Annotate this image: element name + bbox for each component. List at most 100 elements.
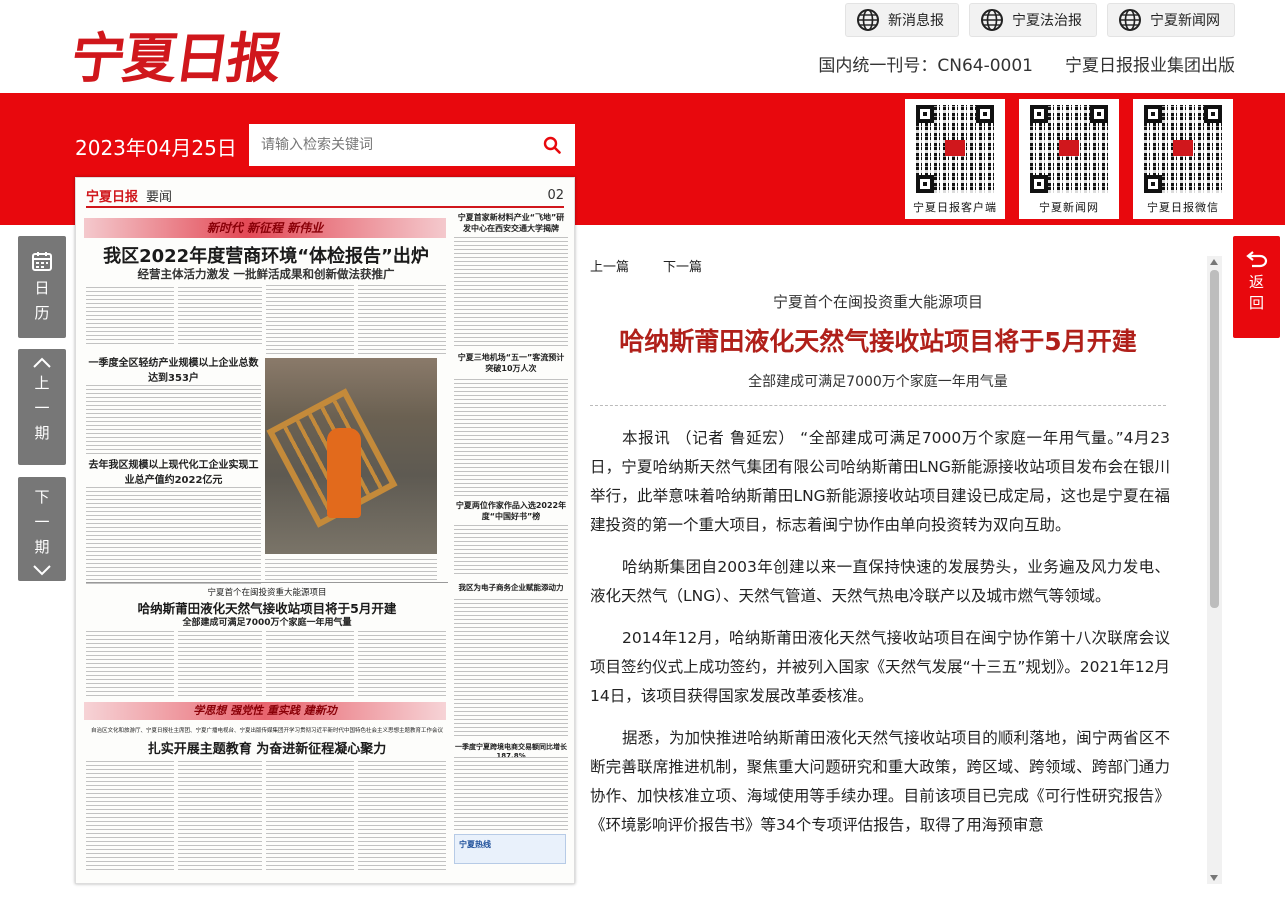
link-label: 宁夏法治报 (1012, 13, 1082, 29)
qr-wechat: 宁夏日报微信 (1133, 99, 1233, 219)
qr-code-image (916, 105, 994, 193)
text-block (454, 756, 568, 830)
text-block (86, 760, 174, 870)
title-divider (590, 405, 1166, 406)
qr-client: 宁夏日报客户端 (905, 99, 1005, 219)
paper-headline[interactable]: 我区2022年度营商环境“体检报告”出炉 (86, 242, 446, 268)
calendar-label: 日历 (32, 280, 51, 330)
scroll-up-arrow-icon[interactable] (1210, 259, 1218, 265)
paper-section: 要闻 (146, 189, 173, 205)
text-block (266, 284, 354, 354)
text-block (454, 376, 568, 496)
paper-side-story-2[interactable]: 宁夏三地机场“五一”客流预计突破10万人次 (454, 352, 568, 374)
qr-label: 宁夏新闻网 (1039, 201, 1099, 214)
chevron-up-icon (33, 357, 51, 368)
top-links: 新消息报 宁夏法治报 宁夏新闻网 (845, 3, 1235, 37)
paper-divider (86, 582, 448, 583)
next-issue-label: 下一期 (32, 489, 51, 564)
article-pager: 上一篇 下一篇 (590, 256, 702, 275)
text-block (86, 384, 261, 454)
publication-info: 国内统一刊号：CN64-0001 宁夏日报报业集团出版 (818, 51, 1235, 76)
text-block (358, 630, 446, 696)
top-header: 宁夏日报 新消息报 宁夏法治报 宁夏新闻网 国内统一刊号：CN64-0001 宁… (0, 0, 1285, 93)
paper-banner: 新时代 新征程 新伟业 (84, 218, 446, 238)
text-block (454, 524, 568, 574)
text-block (86, 284, 174, 344)
link-xinwenwang[interactable]: 宁夏新闻网 (1107, 3, 1235, 37)
prev-article-link[interactable]: 上一篇 (590, 256, 629, 275)
calendar-button[interactable]: 日历 (18, 236, 66, 338)
scroll-thumb[interactable] (1210, 270, 1219, 608)
globe-icon (981, 9, 1003, 31)
paper-story-2[interactable]: 一季度全区轻纺产业规模以上企业总数达到353户 (86, 354, 261, 384)
prev-issue-label: 上一期 (32, 375, 51, 450)
issn-text: 国内统一刊号：CN64-0001 (818, 56, 1033, 76)
link-label: 新消息报 (888, 13, 944, 29)
paper-photo (265, 358, 437, 554)
text-block (86, 484, 261, 584)
article-paragraph: 2014年12月，哈纳斯莆田液化天然气接收站项目在闽宁协作第十八次联席会议项目签… (590, 629, 1170, 705)
qr-codes: 宁夏日报客户端 宁夏新闻网 宁夏日报微信 (905, 99, 1233, 219)
search-box (249, 124, 575, 166)
qr-code-image (1030, 105, 1108, 193)
qr-label: 宁夏日报微信 (1147, 201, 1219, 214)
paper-masthead: 宁夏日报 要闻 02 (86, 184, 564, 208)
paper-ad-text: 宁夏热线 (459, 840, 491, 849)
text-block (454, 596, 568, 736)
article-scrollbar[interactable] (1207, 256, 1222, 884)
return-icon (1245, 251, 1267, 268)
paper-story-3[interactable]: 去年我区规模以上现代化工企业实现工业总产值约2022亿元 (86, 456, 261, 486)
qr-logo-icon (1173, 140, 1193, 156)
text-block (358, 760, 446, 870)
back-label: 返回 (1247, 274, 1265, 316)
back-button[interactable]: 返回 (1233, 236, 1280, 338)
article-paragraph: 哈纳斯集团自2003年创建以来一直保持快速的发展势头，业务遍及风力发电、液化天然… (590, 558, 1170, 605)
paper-feature-pre: 宁夏首个在闽投资重大能源项目 (207, 588, 327, 598)
text-block (178, 760, 262, 870)
text-block (86, 630, 174, 696)
paper-bottom-headline[interactable]: 扎实开展主题教育 为奋进新征程凝心聚力 (86, 738, 448, 757)
paper-headline-sub: 经营主体活力激发 一批鲜活成果和创新做法获推广 (137, 267, 395, 281)
issue-date: 2023年04月25日 (75, 136, 237, 160)
paper-side-story-4[interactable]: 我区为电子商务企业赋能添动力 (454, 582, 568, 593)
article-pretitle: 宁夏首个在闽投资重大能源项目 (772, 293, 983, 311)
link-fazhibao[interactable]: 宁夏法治报 (969, 3, 1097, 37)
article-paragraph: 据悉，为加快推进哈纳斯莆田液化天然气接收站项目的顺利落地，闽宁两省区不断完善联席… (590, 729, 1170, 834)
prev-issue-button[interactable]: 上一期 (18, 349, 66, 465)
search-icon[interactable] (543, 136, 561, 154)
text-block (178, 630, 262, 696)
qr-news-site: 宁夏新闻网 (1019, 99, 1119, 219)
publisher-text: 宁夏日报报业集团出版 (1065, 56, 1235, 76)
paper-banner-2: 学思想 强党性 重实践 建新功 (84, 702, 446, 720)
newspaper-page-image[interactable]: 宁夏日报 要闻 02 新时代 新征程 新伟业 我区2022年度营商环境“体检报告… (75, 177, 575, 884)
paper-side-story-3[interactable]: 宁夏两位作家作品入选2022年度“中国好书”榜 (454, 500, 568, 522)
qr-label: 宁夏日报客户端 (913, 201, 997, 214)
article-subtitle: 全部建成可满足7000万个家庭一年用气量 (748, 374, 1008, 390)
paper-logo: 宁夏日报 (86, 189, 139, 205)
qr-logo-icon (945, 140, 965, 156)
article-paragraph: 本报讯 （记者 鲁延宏） “全部建成可满足7000万个家庭一年用气量。”4月23… (590, 429, 1170, 534)
photo-caption (265, 558, 437, 580)
article-panel: 上一篇 下一篇 宁夏首个在闽投资重大能源项目 哈纳斯莆田液化天然气接收站项目将于… (590, 248, 1222, 884)
text-block (266, 630, 354, 696)
paper-ad: 宁夏热线 (454, 834, 566, 864)
globe-icon (857, 9, 879, 31)
text-block (454, 236, 568, 346)
paper-side-story-1[interactable]: 宁夏首家新材料产业“飞地”研发中心在西安交通大学揭牌 (454, 212, 568, 234)
link-xinxiaoxibao[interactable]: 新消息报 (845, 3, 959, 37)
search-input[interactable] (249, 124, 529, 166)
globe-icon (1119, 9, 1141, 31)
next-issue-button[interactable]: 下一期 (18, 477, 66, 581)
qr-logo-icon (1059, 140, 1079, 156)
paper-bottom-pre: 自治区文化和旅游厅、宁夏日报社主席团、宁夏广播电视台、宁夏出版传媒集团开学习贯彻… (90, 728, 443, 734)
site-logo[interactable]: 宁夏日报 (66, 14, 285, 93)
calendar-icon (32, 252, 52, 271)
scroll-down-arrow-icon[interactable] (1210, 875, 1218, 881)
next-article-link[interactable]: 下一篇 (663, 256, 702, 275)
qr-code-image (1144, 105, 1222, 193)
chevron-down-icon (33, 565, 51, 576)
article-body: 本报讯 （记者 鲁延宏） “全部建成可满足7000万个家庭一年用气量。”4月23… (590, 424, 1170, 853)
link-label: 宁夏新闻网 (1150, 13, 1220, 29)
text-block (358, 284, 446, 354)
text-block (266, 760, 354, 870)
